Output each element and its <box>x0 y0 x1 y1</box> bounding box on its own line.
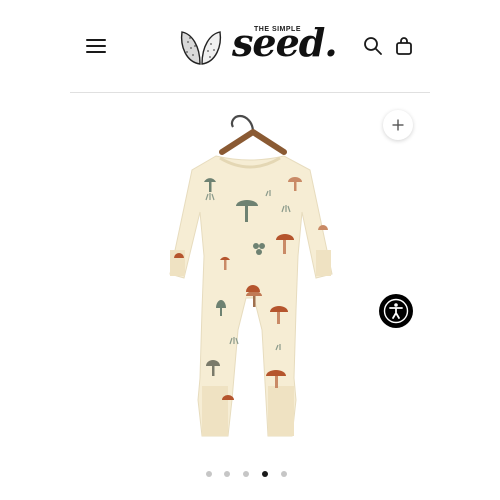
site-header: THE SIMPLE seed. <box>0 0 500 92</box>
accessibility-button[interactable] <box>379 294 413 328</box>
plus-icon <box>392 119 404 131</box>
header-divider <box>70 92 430 93</box>
search-icon <box>364 37 382 55</box>
logo-wordmark: seed. <box>232 20 338 65</box>
hamburger-icon-line <box>86 51 106 53</box>
carousel-dot-active[interactable] <box>262 471 268 477</box>
menu-button[interactable] <box>86 36 108 54</box>
carousel-pagination <box>206 471 296 479</box>
romper-image <box>169 114 333 437</box>
search-button[interactable] <box>363 36 383 56</box>
leaf-logo-icon <box>180 31 222 65</box>
carousel-dot[interactable] <box>224 471 230 477</box>
carousel-dot[interactable] <box>281 471 287 477</box>
carousel-dot[interactable] <box>243 471 249 477</box>
shopping-bag-icon <box>396 37 412 55</box>
hamburger-icon-line <box>86 39 106 41</box>
carousel-dot[interactable] <box>206 471 212 477</box>
product-image[interactable] <box>70 100 430 450</box>
zoom-button[interactable] <box>383 110 413 140</box>
accessibility-icon <box>383 298 409 324</box>
logo[interactable]: THE SIMPLE seed. <box>178 18 338 74</box>
cart-button[interactable] <box>394 36 414 56</box>
hamburger-icon-line <box>86 45 106 47</box>
